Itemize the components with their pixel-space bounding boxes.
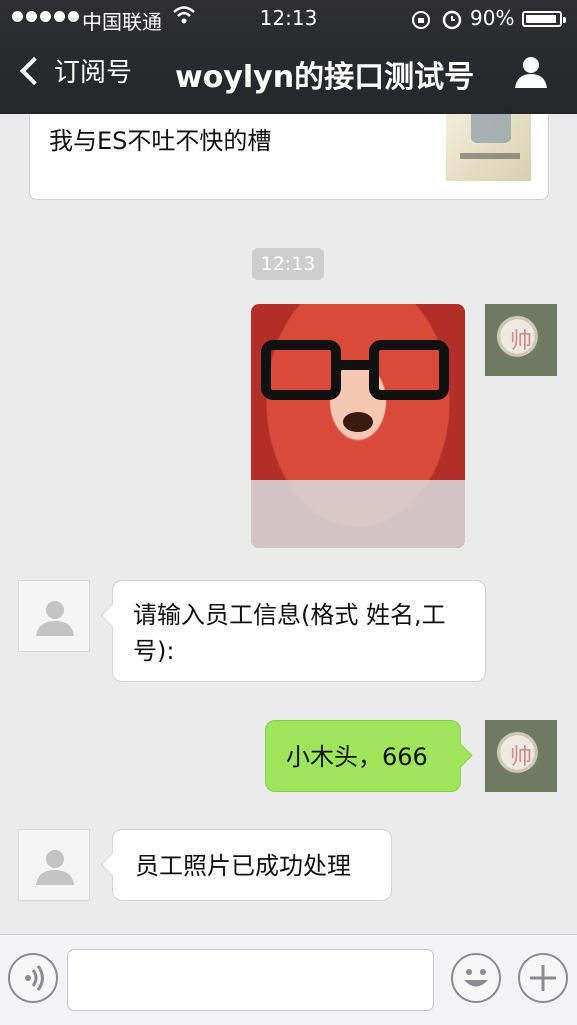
article-title: 我与ES不吐不快的槽 — [49, 127, 272, 155]
incoming-message-bubble[interactable]: 员工照片已成功处理 — [112, 829, 392, 901]
incoming-message-bubble[interactable]: 请输入员工信息(格式 姓名,工号): — [112, 580, 486, 682]
profile-icon[interactable] — [513, 54, 549, 94]
voice-input-button[interactable] — [8, 953, 58, 1003]
message-input[interactable] — [67, 949, 434, 1011]
smiley-icon — [464, 969, 488, 987]
rotation-lock-icon — [410, 9, 432, 36]
article-thumbnail — [446, 114, 531, 181]
back-button[interactable]: 订阅号 — [18, 52, 132, 89]
top-bar: 中国联通 12:13 90% 订阅号 woylyn的接口测试号 — [0, 0, 577, 114]
emoji-button[interactable] — [451, 953, 501, 1003]
user-avatar[interactable]: 帅 — [485, 720, 557, 792]
input-toolbar — [0, 934, 577, 1025]
image-message[interactable] — [251, 304, 465, 548]
chat-area[interactable]: 我与ES不吐不快的槽 12:13 帅 请输入员工信息(格式 姓名,工号): 帅 … — [0, 114, 577, 934]
default-person-icon — [36, 850, 74, 885]
message-timestamp: 12:13 — [252, 248, 324, 280]
battery-percentage: 90% — [470, 6, 515, 30]
alarm-icon — [441, 7, 463, 36]
default-person-icon — [36, 601, 74, 636]
status-bar: 中国联通 12:13 90% — [0, 0, 577, 38]
voice-icon — [25, 965, 44, 991]
article-card[interactable]: 我与ES不吐不快的槽 — [29, 114, 549, 200]
plus-icon — [530, 965, 556, 991]
back-label: 订阅号 — [54, 58, 133, 88]
battery-icon — [522, 11, 566, 27]
chevron-left-icon — [19, 56, 49, 85]
page-title: woylyn的接口测试号 — [175, 60, 475, 95]
official-account-avatar[interactable] — [18, 829, 90, 901]
outgoing-message-bubble[interactable]: 小木头，666 — [265, 720, 461, 792]
user-avatar[interactable]: 帅 — [485, 304, 557, 376]
navigation-bar: 订阅号 woylyn的接口测试号 — [0, 38, 577, 114]
more-options-button[interactable] — [518, 953, 568, 1003]
official-account-avatar[interactable] — [18, 580, 90, 652]
